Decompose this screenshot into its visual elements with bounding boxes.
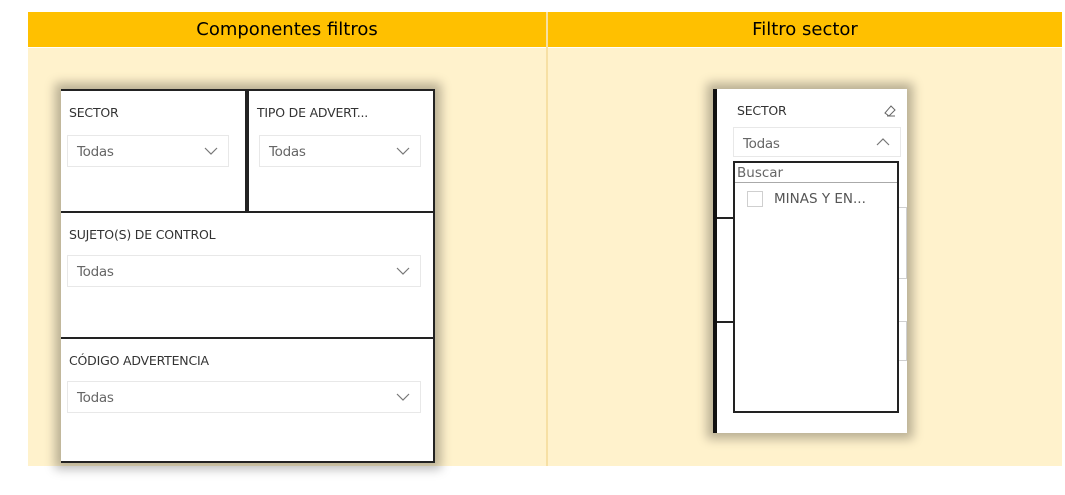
tipo-advertencia-dropdown-value: Todas bbox=[269, 144, 306, 160]
codigo-advertencia-label: CÓDIGO ADVERTENCIA bbox=[69, 353, 209, 368]
sujeto-control-label: SUJETO(S) DE CONTROL bbox=[69, 227, 216, 242]
slicer-border bbox=[713, 89, 717, 433]
column-divider bbox=[546, 12, 548, 466]
chevron-down-icon bbox=[396, 267, 410, 275]
codigo-advertencia-dropdown-value: Todas bbox=[77, 390, 114, 406]
sector-slicer: SECTOR Todas bbox=[61, 89, 247, 213]
chevron-down-icon bbox=[396, 147, 410, 155]
sector-dropdown[interactable]: Todas bbox=[67, 135, 229, 167]
sector-label: SECTOR bbox=[69, 105, 119, 120]
option-label: MINAS Y EN... bbox=[774, 191, 866, 207]
panel-divider bbox=[717, 321, 733, 323]
sector-dropdown-value: Todas bbox=[77, 144, 114, 160]
checkbox[interactable] bbox=[747, 191, 763, 207]
panel-divider bbox=[717, 217, 733, 219]
slicer-components-screenshot: SECTOR Todas TIPO DE ADVERT... Todas SUJ… bbox=[61, 89, 435, 463]
sector-dropdown-value: Todas bbox=[743, 136, 780, 152]
chevron-down-icon bbox=[396, 393, 410, 401]
sector-options-popup: Buscar MINAS Y EN... bbox=[733, 161, 899, 413]
search-box[interactable]: Buscar bbox=[735, 163, 897, 183]
sector-filter-screenshot: SECTOR Todas Buscar MINAS Y EN... bbox=[713, 89, 907, 433]
header-filtro-sector: Filtro sector bbox=[548, 12, 1062, 47]
tipo-advertencia-label: TIPO DE ADVERT... bbox=[257, 105, 369, 120]
sector-label: SECTOR bbox=[737, 103, 787, 118]
sujeto-control-dropdown-value: Todas bbox=[77, 264, 114, 280]
sujeto-control-dropdown[interactable]: Todas bbox=[67, 255, 421, 287]
chevron-up-icon bbox=[876, 138, 890, 146]
list-item-option[interactable]: MINAS Y EN... bbox=[747, 191, 866, 207]
search-placeholder: Buscar bbox=[737, 165, 784, 181]
chevron-down-icon bbox=[204, 147, 218, 155]
sujeto-control-slicer: SUJETO(S) DE CONTROL Todas bbox=[61, 213, 435, 339]
tipo-advertencia-slicer: TIPO DE ADVERT... Todas bbox=[247, 89, 435, 213]
tipo-advertencia-dropdown[interactable]: Todas bbox=[259, 135, 421, 167]
sector-dropdown-open[interactable]: Todas bbox=[733, 127, 901, 157]
eraser-icon[interactable] bbox=[883, 104, 897, 118]
header-componentes-filtros: Componentes filtros bbox=[28, 12, 546, 47]
codigo-advertencia-dropdown[interactable]: Todas bbox=[67, 381, 421, 413]
codigo-advertencia-slicer: CÓDIGO ADVERTENCIA Todas bbox=[61, 339, 435, 463]
